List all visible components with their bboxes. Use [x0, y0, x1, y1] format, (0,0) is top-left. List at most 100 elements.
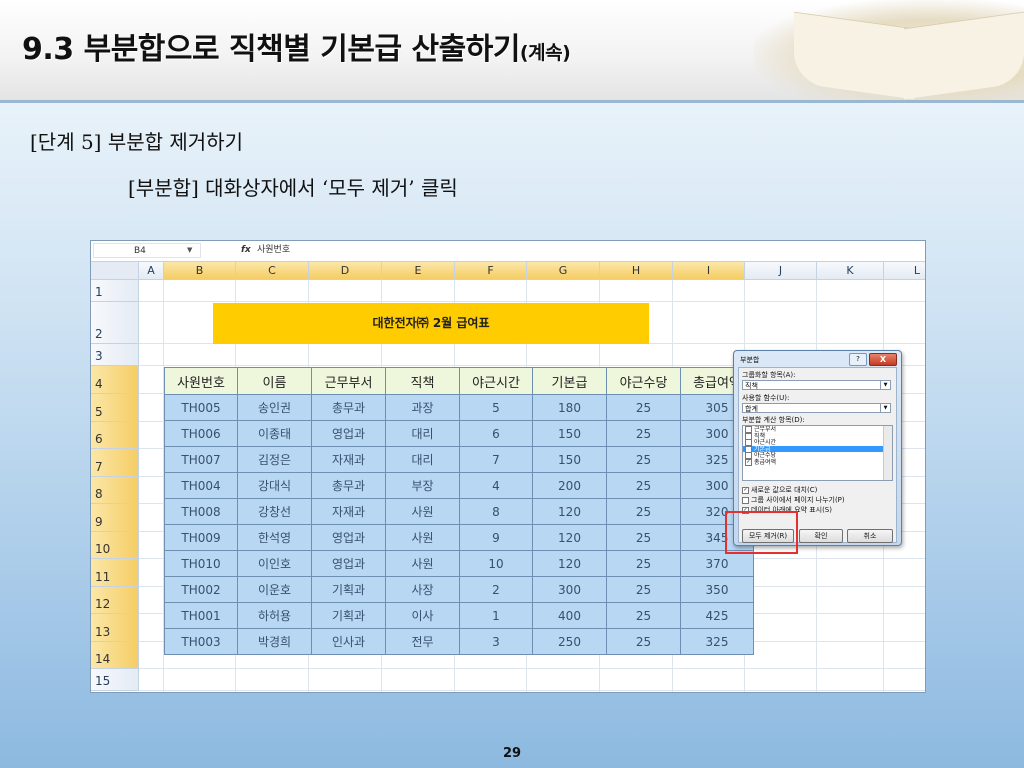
data-cell[interactable]: 4 [459, 472, 533, 499]
row-header-12[interactable]: 12 [91, 587, 139, 614]
data-cell[interactable]: TH001 [164, 602, 238, 629]
data-cell[interactable]: 이인호 [237, 550, 312, 577]
data-cell[interactable]: 과장 [385, 394, 460, 421]
data-cell[interactable]: 150 [532, 420, 607, 447]
option-replace[interactable]: ✓ 새로운 값으로 대치(C) [742, 485, 817, 495]
data-cell[interactable]: 25 [606, 576, 681, 603]
data-cell[interactable]: 강대식 [237, 472, 312, 499]
data-cell[interactable]: 송인권 [237, 394, 312, 421]
calc-items-list[interactable]: 근무부서 직책 야근시간 ✓ 기본급 야근수당 ✓ 총급여액 [742, 425, 893, 481]
data-cell[interactable]: 자재과 [311, 446, 386, 473]
data-cell[interactable]: 사장 [385, 576, 460, 603]
data-cell[interactable]: 180 [532, 394, 607, 421]
row-header-2[interactable]: 2 [91, 302, 139, 344]
name-box[interactable]: B4 [93, 243, 201, 258]
data-cell[interactable]: TH008 [164, 498, 238, 525]
data-cell[interactable]: TH002 [164, 576, 238, 603]
header-cell[interactable]: 이름 [237, 367, 312, 395]
data-cell[interactable]: 6 [459, 420, 533, 447]
data-cell[interactable]: 350 [680, 576, 754, 603]
data-cell[interactable]: 25 [606, 524, 681, 551]
row-header-5[interactable]: 5 [91, 394, 139, 422]
data-cell[interactable]: 300 [532, 576, 607, 603]
data-cell[interactable]: TH010 [164, 550, 238, 577]
data-cell[interactable]: 120 [532, 498, 607, 525]
data-cell[interactable]: 25 [606, 602, 681, 629]
data-cell[interactable]: 부장 [385, 472, 460, 499]
data-cell[interactable]: 총무과 [311, 472, 386, 499]
table-title-cell[interactable]: 대한전자㈜ 2월 급여표 [213, 303, 649, 344]
option-pagebreak[interactable]: 그룹 사이에서 페이지 나누기(P) [742, 495, 845, 505]
data-cell[interactable]: 370 [680, 550, 754, 577]
data-cell[interactable]: 사원 [385, 550, 460, 577]
column-header-E[interactable]: E [382, 262, 455, 280]
data-cell[interactable]: 영업과 [311, 524, 386, 551]
data-cell[interactable]: 250 [532, 628, 607, 655]
data-cell[interactable]: 25 [606, 446, 681, 473]
data-cell[interactable]: 총무과 [311, 394, 386, 421]
data-cell[interactable]: 박경희 [237, 628, 312, 655]
data-cell[interactable]: 이사 [385, 602, 460, 629]
ok-button[interactable]: 확인 [799, 529, 843, 543]
row-header-4[interactable]: 4 [91, 366, 139, 394]
column-header-A[interactable]: A [139, 262, 164, 280]
row-header-14[interactable]: 14 [91, 642, 139, 669]
data-cell[interactable]: 영업과 [311, 420, 386, 447]
data-cell[interactable]: TH004 [164, 472, 238, 499]
row-header-10[interactable]: 10 [91, 532, 139, 559]
header-cell[interactable]: 근무부서 [311, 367, 386, 395]
data-cell[interactable]: 25 [606, 628, 681, 655]
data-cell[interactable]: 사원 [385, 498, 460, 525]
row-header-1[interactable]: 1 [91, 280, 139, 302]
column-header-I[interactable]: I [673, 262, 745, 280]
column-header-G[interactable]: G [527, 262, 600, 280]
row-header-6[interactable]: 6 [91, 422, 139, 449]
data-cell[interactable]: 기획과 [311, 576, 386, 603]
data-cell[interactable]: 이운호 [237, 576, 312, 603]
row-header-8[interactable]: 8 [91, 477, 139, 504]
data-cell[interactable]: TH009 [164, 524, 238, 551]
data-cell[interactable]: 하허용 [237, 602, 312, 629]
data-cell[interactable]: TH005 [164, 394, 238, 421]
data-cell[interactable]: 영업과 [311, 550, 386, 577]
data-cell[interactable]: TH003 [164, 628, 238, 655]
data-cell[interactable]: 강창선 [237, 498, 312, 525]
close-icon[interactable]: X [869, 353, 897, 366]
formula-value[interactable]: 사원번호 [257, 243, 290, 258]
fx-icon[interactable]: fx [241, 243, 251, 258]
header-cell[interactable]: 야근수당 [606, 367, 681, 395]
data-cell[interactable]: 대리 [385, 420, 460, 447]
data-cell[interactable]: 200 [532, 472, 607, 499]
data-cell[interactable]: 전무 [385, 628, 460, 655]
list-scrollbar[interactable] [883, 426, 892, 480]
function-select[interactable]: 합계 ▼ [742, 403, 891, 413]
row-header-15[interactable]: 15 [91, 669, 139, 691]
checkbox-checked-icon[interactable]: ✓ [742, 486, 749, 494]
data-cell[interactable]: 김정은 [237, 446, 312, 473]
row-header-13[interactable]: 13 [91, 614, 139, 642]
chevron-down-icon[interactable]: ▼ [880, 381, 890, 389]
checkbox-checked-icon[interactable]: ✓ [745, 458, 752, 466]
data-cell[interactable]: 한석영 [237, 524, 312, 551]
column-header-L[interactable]: L [884, 262, 925, 280]
checkbox-icon[interactable] [742, 496, 749, 504]
header-cell[interactable]: 야근시간 [459, 367, 533, 395]
data-cell[interactable]: TH006 [164, 420, 238, 447]
row-header-9[interactable]: 9 [91, 504, 139, 532]
data-cell[interactable]: 8 [459, 498, 533, 525]
data-cell[interactable]: 1 [459, 602, 533, 629]
select-all-corner[interactable] [91, 262, 139, 280]
data-cell[interactable]: 이종태 [237, 420, 312, 447]
data-cell[interactable]: 25 [606, 420, 681, 447]
column-header-J[interactable]: J [745, 262, 817, 280]
row-header-11[interactable]: 11 [91, 559, 139, 587]
data-cell[interactable]: 기획과 [311, 602, 386, 629]
data-cell[interactable]: 120 [532, 550, 607, 577]
header-cell[interactable]: 직책 [385, 367, 460, 395]
header-cell[interactable]: 기본급 [532, 367, 607, 395]
cancel-button[interactable]: 취소 [847, 529, 893, 543]
name-box-dropdown-icon[interactable]: ▼ [187, 243, 192, 258]
data-cell[interactable]: 25 [606, 394, 681, 421]
data-cell[interactable]: 자재과 [311, 498, 386, 525]
data-cell[interactable]: 5 [459, 394, 533, 421]
